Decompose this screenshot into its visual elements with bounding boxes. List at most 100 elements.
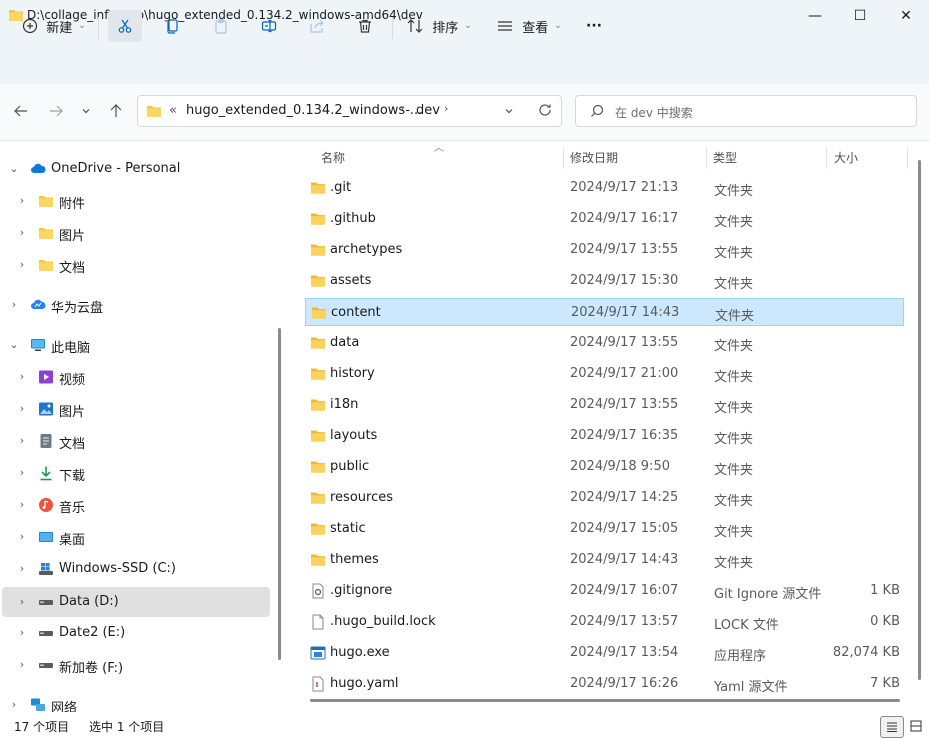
file-row[interactable]: history 2024/9/17 21:00 文件夹 (305, 360, 904, 388)
file-row[interactable]: .hugo_build.lock 2024/9/17 13:57 LOCK 文件 0 … (305, 608, 904, 636)
sidebar-item-documents[interactable]: › 文档 (2, 426, 270, 456)
sidebar-item-this-pc[interactable]: ⌄ 此电脑 (2, 330, 270, 360)
column-divider[interactable] (907, 147, 908, 169)
copy-button[interactable] (156, 10, 190, 42)
column-divider[interactable] (706, 147, 707, 169)
sidebar-item-videos[interactable]: › 视频 (2, 362, 270, 392)
file-row[interactable]: content 2024/9/17 14:43 文件夹 (305, 298, 904, 326)
maximize-button[interactable]: ☐ (837, 0, 883, 32)
minimize-button[interactable]: — (792, 0, 838, 32)
close-button[interactable]: ✕ (883, 0, 929, 32)
file-modified-date: 2024/9/17 14:43 (571, 305, 680, 320)
file-row[interactable]: data 2024/9/17 13:55 文件夹 (305, 329, 904, 357)
sidebar-item-onedrive[interactable]: ⌄ OneDrive - Personal (2, 154, 270, 184)
back-button[interactable] (7, 97, 35, 125)
folder-icon (310, 428, 326, 444)
more-icon: ··· (586, 18, 602, 34)
file-row[interactable]: themes 2024/9/17 14:43 文件夹 (305, 546, 904, 574)
windows-drive-icon (39, 563, 53, 575)
file-row[interactable]: static 2024/9/17 15:05 文件夹 (305, 515, 904, 543)
file-modified-date: 2024/9/17 16:17 (570, 211, 679, 226)
forward-button[interactable] (42, 97, 70, 125)
folder-icon (39, 228, 53, 239)
sidebar-item-drive-e[interactable]: › Date2 (E:) (2, 618, 270, 648)
file-row[interactable]: .gitignore 2024/9/17 16:07 Git Ignore 源文件 1… (305, 577, 904, 605)
sidebar-item-downloads[interactable]: › 下载 (2, 458, 270, 488)
minimize-icon: — (808, 8, 822, 24)
file-name: .gitignore (330, 583, 393, 598)
sidebar-item-onedrive-documents[interactable]: › 文档 (2, 250, 270, 280)
sort-button-label: 排序 (432, 20, 459, 36)
folder-icon (310, 180, 326, 196)
trash-icon (359, 19, 371, 33)
folder-icon (310, 335, 326, 351)
tiles-view-button[interactable] (905, 716, 927, 736)
sidebar-item-pictures[interactable]: › 图片 (2, 394, 270, 424)
sidebar-item-onedrive-pictures[interactable]: › 图片 (2, 218, 270, 248)
file-row[interactable]: resources 2024/9/17 14:25 文件夹 (305, 484, 904, 512)
new-button[interactable]: 新建 ⌄ (12, 10, 96, 42)
file-name: layouts (330, 428, 378, 443)
breadcrumb-overflow[interactable]: « (169, 103, 177, 118)
breadcrumb-current[interactable]: dev (416, 103, 440, 118)
chevron-right-icon: › (19, 370, 25, 383)
sort-button[interactable]: 排序 ⌄ (400, 10, 478, 42)
documents-icon (40, 434, 52, 448)
chevron-right-icon: › (19, 226, 25, 239)
file-row[interactable]: assets 2024/9/17 15:30 文件夹 (305, 267, 904, 295)
recent-locations-button[interactable] (73, 97, 99, 125)
chevron-right-icon: › (19, 626, 25, 639)
view-button-label: 查看 (522, 20, 549, 36)
file-row[interactable]: hugo.yaml 2024/9/17 16:26 Yaml 源文件 7 KB (305, 670, 904, 698)
file-list-horizontal-scrollbar[interactable] (310, 699, 900, 702)
column-header-modified[interactable]: 修改日期 (570, 149, 618, 166)
sidebar-item-label: 此电脑 (51, 341, 91, 356)
address-history-button[interactable] (504, 105, 514, 120)
share-button[interactable] (300, 10, 334, 42)
sidebar-item-attachments[interactable]: › 附件 (2, 186, 270, 216)
plus-circle-icon (23, 18, 38, 34)
toolbar-divider (392, 17, 393, 39)
more-options-button[interactable]: ··· (578, 10, 610, 42)
column-divider[interactable] (563, 147, 564, 169)
sidebar-item-drive-d[interactable]: › Data (D:) (2, 587, 270, 617)
sidebar-item-music[interactable]: › 音乐 (2, 490, 270, 520)
rename-icon (261, 19, 277, 33)
column-header-size[interactable]: 大小 (834, 149, 858, 166)
file-name: i18n (330, 397, 359, 412)
cut-button[interactable] (108, 10, 142, 42)
sort-icon (407, 19, 423, 33)
paste-button[interactable] (204, 10, 238, 42)
column-header-name[interactable]: 名称 (321, 149, 345, 166)
column-header-type[interactable]: 类型 (713, 149, 737, 166)
file-row[interactable]: hugo.exe 2024/9/17 13:54 应用程序 82,074 KB (305, 639, 904, 667)
file-row[interactable]: .github 2024/9/17 16:17 文件夹 (305, 205, 904, 233)
breadcrumb-parent[interactable]: hugo_extended_0.134.2_windows-... (186, 103, 422, 118)
up-button[interactable] (102, 97, 130, 125)
file-row[interactable]: layouts 2024/9/17 16:35 文件夹 (305, 422, 904, 450)
file-row[interactable]: .git 2024/9/17 21:13 文件夹 (305, 174, 904, 202)
view-button[interactable]: 查看 ⌄ (490, 10, 568, 42)
sidebar-scrollbar[interactable] (278, 328, 281, 660)
delete-button[interactable] (348, 10, 382, 42)
file-name: .hugo_build.lock (330, 614, 436, 629)
file-row[interactable]: archetypes 2024/9/17 13:55 文件夹 (305, 236, 904, 264)
file-type: 文件夹 (714, 370, 754, 385)
sidebar-item-huawei-cloud[interactable]: › 华为云盘 (2, 290, 270, 320)
address-bar[interactable]: « hugo_extended_0.134.2_windows-... › de… (137, 95, 562, 127)
sidebar-item-drive-f[interactable]: › 新加卷 (F:) (2, 650, 270, 680)
search-box[interactable]: 在 dev 中搜索 (575, 95, 917, 127)
file-row[interactable]: i18n 2024/9/17 13:55 文件夹 (305, 391, 904, 419)
file-list-vertical-scrollbar[interactable] (918, 160, 921, 680)
sidebar-item-drive-c[interactable]: › Windows-SSD (C:) (2, 554, 270, 584)
file-type: Git Ignore 源文件 (714, 587, 822, 602)
refresh-button[interactable] (538, 103, 552, 121)
view-icon (498, 21, 513, 31)
search-input[interactable]: 在 dev 中搜索 (615, 104, 693, 121)
sidebar-item-desktop[interactable]: › 桌面 (2, 522, 270, 552)
column-divider[interactable] (826, 147, 827, 169)
details-view-button[interactable] (880, 716, 904, 738)
sidebar-item-network[interactable]: › 网络 (2, 690, 270, 712)
file-row[interactable]: public 2024/9/18 9:50 文件夹 (305, 453, 904, 481)
rename-button[interactable] (252, 10, 286, 42)
